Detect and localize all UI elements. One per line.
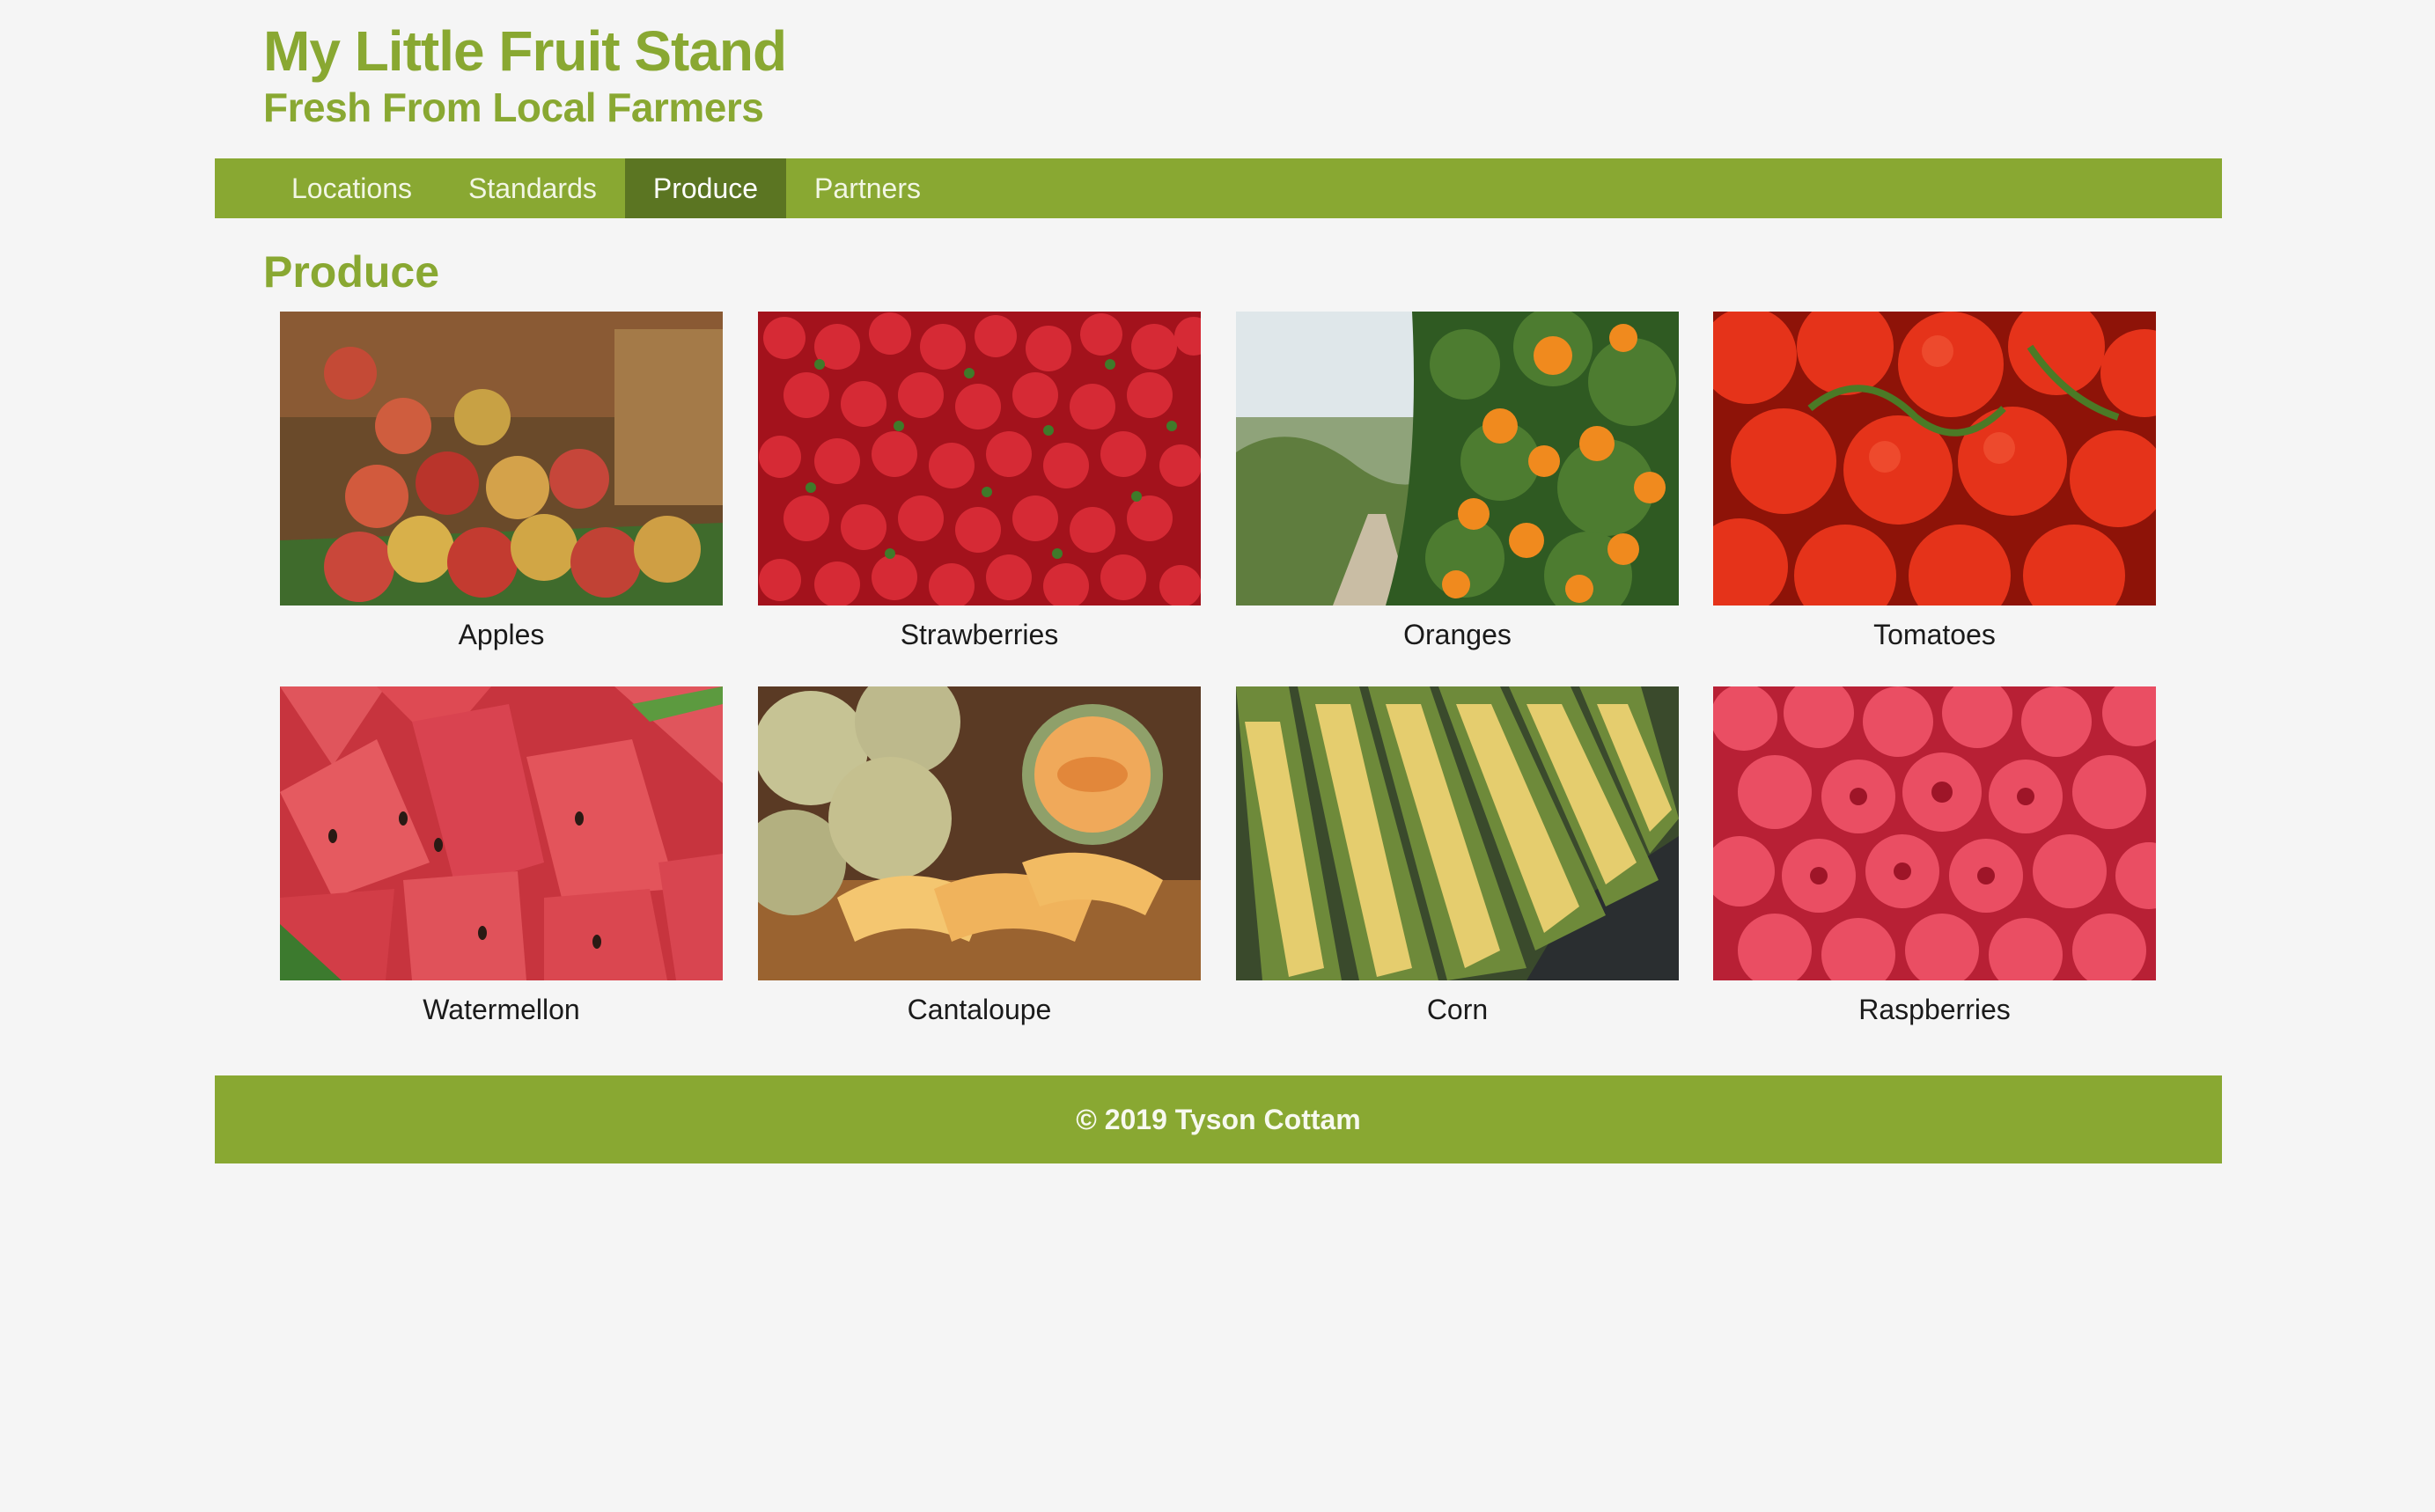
tomatoes-photo [1713,312,2156,606]
produce-label: Raspberries [1858,994,2011,1025]
produce-label: Tomatoes [1873,619,1996,650]
produce-card-raspberries: Raspberries [1713,686,2156,1028]
produce-label: Cantaloupe [907,994,1052,1025]
nav-item-locations[interactable]: Locations [263,158,440,218]
nav-item-produce[interactable]: Produce [624,158,787,218]
corn-photo [1236,686,1679,980]
produce-card-apples: Apples [280,312,723,653]
strawberries-photo [758,312,1201,606]
cantaloupe-photo [758,686,1201,980]
site-tagline: Fresh From Local Farmers [263,84,764,130]
footer-copyright: © 2019 Tyson Cottam [1076,1104,1361,1135]
produce-label: Oranges [1403,619,1512,650]
produce-card-cantaloupe: Cantaloupe [758,686,1201,1028]
produce-card-tomatoes: Tomatoes [1713,312,2156,653]
produce-card-oranges: Oranges [1236,312,1679,653]
produce-label: Watermellon [423,994,580,1025]
produce-label: Apples [458,619,545,650]
produce-card-strawberries: Strawberries [758,312,1201,653]
raspberries-photo [1713,686,2156,980]
site-title: My Little Fruit Stand [263,19,787,83]
page-heading: Produce [263,247,440,297]
apples-photo [280,312,723,606]
site-footer: © 2019 Tyson Cottam [215,1075,2222,1163]
nav-list: Locations Standards Produce Partners [263,158,949,218]
produce-label: Strawberries [900,619,1059,650]
nav-item-standards[interactable]: Standards [440,158,625,218]
produce-label: Corn [1426,994,1489,1025]
nav-item-partners[interactable]: Partners [786,158,949,218]
produce-card-corn: Corn [1236,686,1679,1028]
produce-card-watermelon: Watermellon [280,686,723,1028]
watermelon-photo [280,686,723,980]
oranges-photo [1236,312,1679,606]
main-nav: Locations Standards Produce Partners [215,158,2222,218]
